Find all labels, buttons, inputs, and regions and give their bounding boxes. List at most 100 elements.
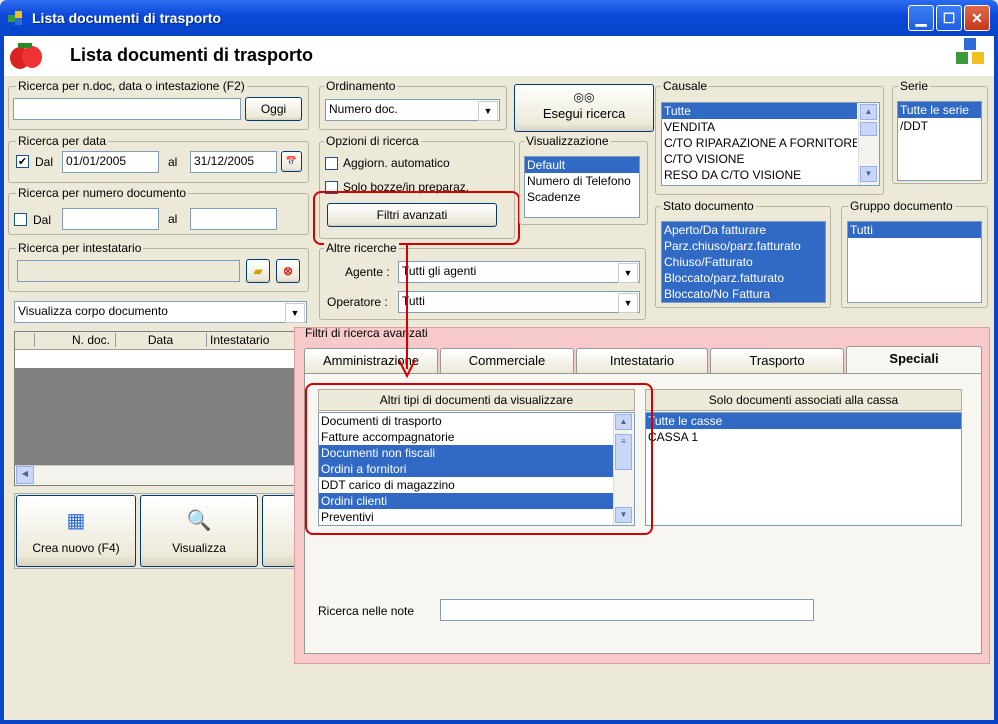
ordering-combo[interactable]: Numero doc. ▼ <box>325 99 500 121</box>
binoculars-icon: ◎◎ <box>573 90 595 104</box>
list-item[interactable]: Default <box>525 157 639 173</box>
body-combo-value: Visualizza corpo documento <box>18 304 168 318</box>
highlight-arrow <box>398 244 416 379</box>
list-item[interactable]: Numero di Telefono <box>525 173 639 189</box>
list-item[interactable]: Scadenze <box>525 189 639 205</box>
search-ndoc-label: Ricerca per n.doc, data o intestazione (… <box>16 79 247 93</box>
search-owner-label: Ricerca per intestatario <box>16 241 144 255</box>
date-to-label: al <box>168 155 178 169</box>
grid-col-owner[interactable]: Intestatario <box>206 333 295 347</box>
calendar-icon[interactable]: 📅 <box>281 151 302 172</box>
list-item[interactable]: Parz.chiuso/parz.fatturato <box>662 238 825 254</box>
list-item[interactable]: Tutte le serie <box>898 102 981 118</box>
scroll-thumb[interactable] <box>860 122 877 136</box>
today-button[interactable]: Oggi <box>245 97 302 121</box>
display-label: Visualizzazione <box>524 134 611 148</box>
minimize-button[interactable]: ▁ <box>908 5 934 31</box>
search-num-label: Ricerca per numero documento <box>16 186 189 200</box>
list-item[interactable]: C/TO VISIONE <box>662 151 857 167</box>
notes-label: Ricerca nelle note <box>318 604 415 618</box>
scroll-down-icon[interactable]: ▼ <box>860 166 877 182</box>
operator-combo[interactable]: Tutti ▼ <box>398 291 640 313</box>
list-item[interactable]: Bloccato/parz.fatturato <box>662 270 825 286</box>
num-from-label: Dal <box>33 213 52 227</box>
chevron-down-icon[interactable]: ▼ <box>618 293 638 313</box>
create-new-label: Crea nuovo (F4) <box>32 541 120 555</box>
date-from-input[interactable]: 01/01/2005 <box>62 151 159 173</box>
list-item[interactable]: CASSA 1 <box>646 429 961 445</box>
num-checkbox[interactable] <box>14 213 27 226</box>
create-new-button[interactable]: ▦ Crea nuovo (F4) <box>16 495 136 567</box>
agent-label: Agente : <box>345 265 390 279</box>
grid-col-data[interactable]: Data <box>115 333 205 347</box>
num-to-input[interactable] <box>190 208 277 230</box>
view-button[interactable]: 🔍 Visualizza <box>140 495 258 567</box>
date-checkbox[interactable]: ✔ <box>16 155 29 168</box>
chevron-down-icon[interactable]: ▼ <box>285 303 305 323</box>
view-label: Visualizza <box>172 541 226 555</box>
tab-commerciale[interactable]: Commerciale <box>440 348 574 373</box>
new-doc-icon: ▦ <box>66 510 86 532</box>
stato-label: Stato documento <box>661 199 756 213</box>
more-button[interactable] <box>262 495 296 567</box>
causale-list[interactable]: Tutte VENDITA C/TO RIPARAZIONE A FORNITO… <box>661 102 880 186</box>
list-item[interactable]: Bloccato/No Fattura <box>662 286 825 302</box>
window-border-right <box>994 36 998 724</box>
grid-hscroll[interactable] <box>15 465 295 485</box>
scroll-up-icon[interactable]: ▲ <box>860 104 877 120</box>
search-date-label: Ricerca per data <box>16 134 109 148</box>
options-label: Opzioni di ricerca <box>324 134 421 148</box>
search-ndoc-input[interactable] <box>13 98 241 120</box>
list-item[interactable]: RESO DA C/TO VISIONE <box>662 167 857 183</box>
close-button[interactable]: ✕ <box>964 5 990 31</box>
causale-label: Causale <box>661 79 710 93</box>
window-title: Lista documenti di trasporto <box>32 10 222 26</box>
chevron-down-icon[interactable]: ▼ <box>618 263 638 283</box>
agent-combo[interactable]: Tutti gli agenti ▼ <box>398 261 640 283</box>
maximize-button[interactable]: ☐ <box>936 5 962 31</box>
ordering-value: Numero doc. <box>329 102 398 116</box>
window-border-left <box>0 36 4 724</box>
other-label: Altre ricerche <box>324 241 399 255</box>
stato-list[interactable]: Aperto/Da fatturare Parz.chiuso/parz.fat… <box>661 221 826 303</box>
run-search-button[interactable]: ◎◎ Esegui ricerca <box>514 84 654 132</box>
display-list[interactable]: Default Numero di Telefono Scadenze <box>524 156 640 218</box>
table-row[interactable] <box>15 350 295 368</box>
folder-icon[interactable]: ▰ <box>246 259 270 283</box>
app-icon <box>8 11 24 25</box>
tab-intestatario[interactable]: Intestatario <box>576 348 708 373</box>
cubes-icon <box>954 38 988 71</box>
gruppo-label: Gruppo documento <box>848 199 955 213</box>
page-title: Lista documenti di trasporto <box>70 45 314 65</box>
cash-list[interactable]: Tutte le casse CASSA 1 <box>645 412 962 526</box>
magnifier-icon: 🔍 <box>186 510 212 532</box>
list-item[interactable]: Aperto/Da fatturare <box>662 222 825 238</box>
window-border-bottom <box>0 720 998 724</box>
list-item[interactable]: C/TO RIPARAZIONE A FORNITORE <box>662 135 857 151</box>
list-item[interactable]: /DDT <box>898 118 981 134</box>
serie-label: Serie <box>898 79 931 93</box>
num-from-input[interactable] <box>62 208 159 230</box>
grid-col-ndoc[interactable]: N. doc. <box>34 333 114 347</box>
run-search-label: Esegui ricerca <box>542 106 626 121</box>
notes-input[interactable] <box>440 599 814 621</box>
gruppo-list[interactable]: Tutti <box>847 221 982 303</box>
list-item[interactable]: Tutti <box>848 222 981 238</box>
list-item[interactable]: Chiuso/Fatturato <box>662 254 825 270</box>
list-item[interactable]: VENDITA <box>662 119 857 135</box>
auto-checkbox[interactable] <box>325 157 338 170</box>
clear-icon[interactable]: ⊗ <box>276 259 300 283</box>
serie-list[interactable]: Tutte le serie /DDT <box>897 101 982 181</box>
chevron-down-icon[interactable]: ▼ <box>478 101 498 121</box>
owner-input[interactable] <box>17 260 240 282</box>
body-combo[interactable]: Visualizza corpo documento ▼ <box>14 301 307 323</box>
strawberry-icon <box>8 40 44 73</box>
auto-label: Aggiorn. automatico <box>343 156 450 170</box>
scroll-left-icon[interactable]: ◀ <box>16 466 34 484</box>
list-item[interactable]: Tutte <box>662 103 857 119</box>
highlight-doc-types <box>305 383 653 535</box>
list-item[interactable]: Tutte le casse <box>646 413 961 429</box>
tab-speciali[interactable]: Speciali <box>846 346 982 374</box>
date-to-input[interactable]: 31/12/2005 <box>190 151 277 173</box>
tab-trasporto[interactable]: Trasporto <box>710 348 844 373</box>
